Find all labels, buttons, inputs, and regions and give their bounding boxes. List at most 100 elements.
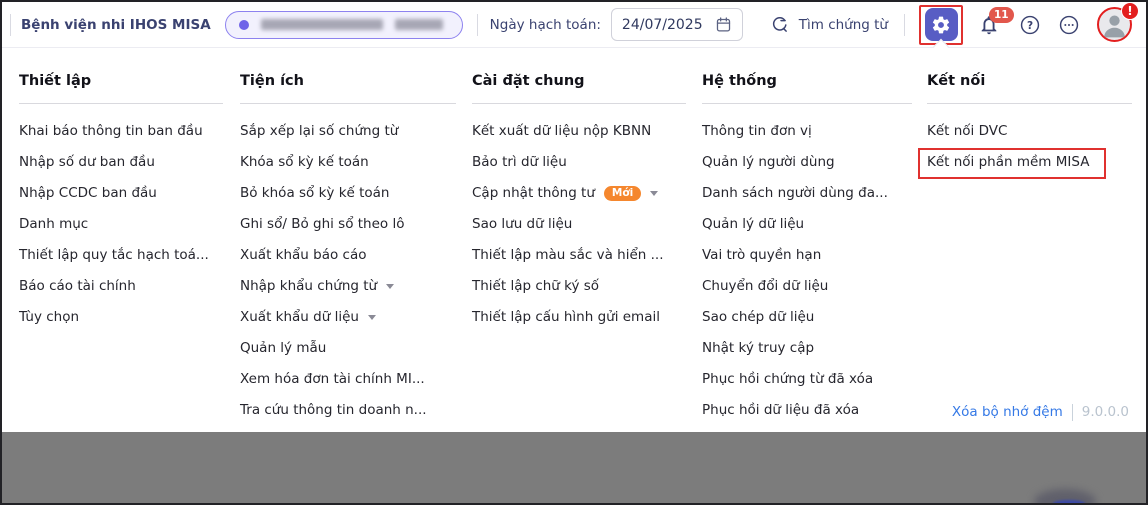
menu-item[interactable]: Xuất khẩu dữ liệu (240, 302, 456, 333)
menu-column-title: Tiện ích (240, 70, 456, 104)
top-bar: Bệnh viện nhi IHOS MISA Ngày hạch toán: … (2, 2, 1146, 54)
help-button[interactable]: ? (1019, 14, 1041, 36)
menu-item[interactable]: Thiết lập cấu hình gửi email (472, 302, 686, 333)
menu-item-label: Kết nối DVC (927, 123, 1008, 139)
menu-column-3: Cài đặt chung Kết xuất dữ liệu nộp KBNN Bả… (472, 70, 686, 333)
menu-item[interactable]: Thiết lập chữ ký số (472, 271, 686, 302)
menu-item[interactable]: Cập nhật thông tư Mới (472, 178, 686, 209)
menu-item-label: Danh mục (19, 216, 89, 232)
menu-item[interactable]: Nhật ký truy cập (702, 333, 912, 364)
menu-item[interactable]: Sao lưu dữ liệu (472, 209, 686, 240)
menu-item-label: Tùy chọn (19, 309, 80, 325)
menu-item[interactable]: Thiết lập màu sắc và hiển ... (472, 240, 686, 271)
menu-item-label: Khóa sổ kỳ kế toán (240, 154, 369, 170)
menu-item-label: Sao chép dữ liệu (702, 309, 815, 325)
user-avatar-button[interactable]: ! (1097, 2, 1139, 42)
menu-item-highlighted[interactable]: Kết nối phần mềm MISA (918, 147, 1132, 179)
menu-item[interactable]: Nhập số dư ban đầu (19, 147, 223, 178)
menu-item-label: Quản lý người dùng (702, 154, 835, 170)
menu-item[interactable]: Báo cáo tài chính (19, 271, 223, 302)
posting-date-value: 24/07/2025 (621, 16, 703, 33)
menu-item-label: Tra cứu thông tin doanh n... (240, 402, 427, 418)
menu-column-title: Cài đặt chung (472, 70, 686, 104)
redacted-text (260, 19, 383, 30)
menu-item[interactable]: Sắp xếp lại số chứng từ (240, 116, 456, 147)
menu-column-title: Hệ thống (702, 70, 912, 104)
menu-item-label: Thiết lập cấu hình gửi email (472, 309, 660, 325)
more-options-button[interactable] (1058, 14, 1080, 36)
menu-item[interactable]: Kết xuất dữ liệu nộp KBNN (472, 116, 686, 147)
menu-item[interactable]: Thiết lập quy tắc hạch toá... (19, 240, 223, 271)
chevron-down-icon[interactable] (367, 315, 376, 320)
menu-item[interactable]: Bỏ khóa sổ kỳ kế toán (240, 178, 456, 209)
panel-footer: Xóa bộ nhớ đệm 9.0.0.0 (952, 401, 1129, 423)
menu-item[interactable]: Tùy chọn (19, 302, 223, 333)
menu-item[interactable]: Xem hóa đơn tài chính MI... (240, 364, 456, 395)
menu-item[interactable]: Thông tin đơn vị (702, 116, 912, 147)
menu-column-4: Hệ thống Thông tin đơn vị Quản lý người dù… (702, 70, 912, 426)
menu-item-label: Kết xuất dữ liệu nộp KBNN (472, 123, 652, 139)
version-number: 9.0.0.0 (1081, 404, 1129, 420)
menu-item[interactable]: Quản lý mẫu (240, 333, 456, 364)
settings-button[interactable] (924, 8, 958, 41)
settings-highlight-box (919, 4, 963, 54)
menu-item-label: Nhập số dư ban đầu (19, 154, 155, 170)
menu-item[interactable]: Phục hồi chứng từ đã xóa (702, 364, 912, 395)
menu-item[interactable]: Ghi sổ/ Bỏ ghi sổ theo lô (240, 209, 456, 240)
menu-item-label: Thiết lập màu sắc và hiển ... (472, 247, 664, 263)
menu-item-label: Phục hồi dữ liệu đã xóa (702, 402, 860, 418)
menu-item-label: Bỏ khóa sổ kỳ kế toán (240, 185, 390, 201)
menu-item-label: Xuất khẩu dữ liệu (240, 309, 359, 325)
menu-item-label: Thiết lập chữ ký số (472, 278, 600, 294)
menu-item[interactable]: Quản lý người dùng (702, 147, 912, 178)
search-label: Tìm chứng từ (798, 16, 888, 33)
menu-item-label: Phục hồi chứng từ đã xóa (702, 371, 874, 387)
menu-item-label: Báo cáo tài chính (19, 278, 136, 294)
menu-item-label: Xem hóa đơn tài chính MI... (240, 371, 425, 387)
menu-item[interactable]: Nhập CCDC ban đầu (19, 178, 223, 209)
svg-text:?: ? (1027, 19, 1033, 31)
divider (904, 13, 905, 36)
menu-item-label: Cập nhật thông tư (472, 185, 595, 201)
notification-count-badge: 11 (989, 6, 1014, 23)
menu-item[interactable]: Khóa sổ kỳ kế toán (240, 147, 456, 178)
menu-item[interactable]: Xuất khẩu báo cáo (240, 240, 456, 271)
search-voucher-button[interactable]: Tìm chứng từ (769, 14, 888, 35)
menu-item[interactable]: Khai báo thông tin ban đầu (19, 116, 223, 147)
calendar-icon[interactable] (715, 16, 732, 33)
menu-item-label: Ghi sổ/ Bỏ ghi sổ theo lô (240, 216, 405, 232)
chevron-down-icon[interactable] (650, 191, 659, 196)
search-icon (772, 17, 787, 32)
menu-item[interactable]: Sao chép dữ liệu (702, 302, 912, 333)
status-dot-icon (238, 19, 249, 30)
divider (1071, 403, 1073, 421)
menu-item[interactable]: Tra cứu thông tin doanh n... (240, 395, 456, 426)
menu-item-label: Sắp xếp lại số chứng từ (240, 123, 399, 139)
menu-item[interactable]: Quản lý dữ liệu (702, 209, 912, 240)
menu-item-label: Kết nối phần mềm MISA (927, 154, 1090, 170)
notifications-button[interactable]: 11 (978, 6, 1014, 36)
menu-item[interactable]: Phục hồi dữ liệu đã xóa (702, 395, 912, 426)
organization-name: Bệnh viện nhi IHOS MISA (21, 16, 211, 33)
clear-cache-link[interactable]: Xóa bộ nhớ đệm (952, 404, 1063, 420)
menu-item[interactable]: Kết nối DVC (927, 116, 1132, 147)
menu-item-label: Nhật ký truy cập (702, 340, 815, 356)
app-window: Bệnh viện nhi IHOS MISA Ngày hạch toán: … (0, 0, 1148, 505)
menu-item[interactable]: Danh sách người dùng đa... (702, 178, 912, 209)
menu-item[interactable]: Danh mục (19, 209, 223, 240)
menu-item[interactable]: Vai trò quyền hạn (702, 240, 912, 271)
menu-item[interactable]: Bảo trì dữ liệu (472, 147, 686, 178)
menu-column-title: Thiết lập (19, 70, 223, 104)
divider (476, 13, 478, 36)
ellipsis-icon (1059, 15, 1079, 34)
menu-item[interactable]: Chuyển đổi dữ liệu (702, 271, 912, 302)
gear-icon (932, 16, 950, 33)
posting-date-input[interactable]: 24/07/2025 (610, 8, 743, 41)
organization-selector-pill[interactable] (224, 10, 463, 39)
menu-item[interactable]: Nhập khẩu chứng từ (240, 271, 456, 302)
chevron-down-icon[interactable] (386, 284, 395, 289)
menu-item-label: Danh sách người dùng đa... (702, 185, 888, 201)
alert-badge: ! (1121, 2, 1139, 20)
menu-column-title: Kết nối (927, 70, 1132, 104)
settings-dropdown-panel: Thiết lập Khai báo thông tin ban đầu Nhập … (2, 47, 1146, 432)
